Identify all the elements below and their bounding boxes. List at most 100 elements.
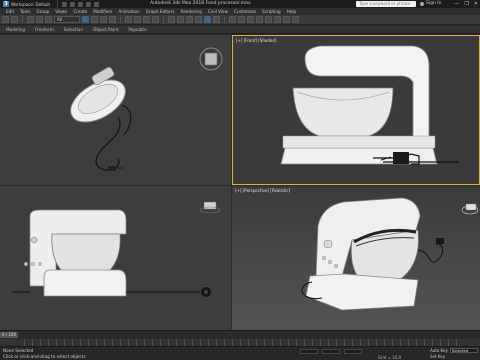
prompt-line: Click or click-and-drag to select object… [3,354,86,359]
menu-bar: Edit Tools Group Views Create Modifiers … [0,8,480,15]
select-object-icon[interactable] [82,16,89,23]
snaps-toggle-icon[interactable] [168,16,175,23]
link-icon[interactable] [27,16,34,23]
redo-icon[interactable] [94,1,99,7]
viewport-left[interactable] [0,186,231,330]
workspace-label: Workspace: Default [11,1,51,7]
viewcube-icon [461,203,479,215]
menu-edit[interactable]: Edit [6,9,14,14]
menu-views[interactable]: Views [55,9,67,14]
menu-create[interactable]: Create [73,9,87,14]
time-slider[interactable]: 0 / 100 [0,330,480,339]
menu-modifiers[interactable]: Modifiers [93,9,112,14]
menu-group[interactable]: Group [36,9,49,14]
auto-key-controls: Auto Key Selected [430,348,478,353]
menu-civil-view[interactable]: Civil View [208,9,228,14]
menu-rendering[interactable]: Rendering [180,9,201,14]
render-production-icon[interactable] [292,16,299,23]
percent-snap-icon[interactable] [186,16,193,23]
placement-icon[interactable] [152,16,159,23]
sign-in-button[interactable]: Sign In [420,1,441,6]
minimize-button[interactable]: — [454,1,459,7]
transform-type-in [300,349,362,354]
tab-modeling[interactable]: Modeling [6,27,25,32]
new-file-icon[interactable] [62,1,67,7]
mirror-icon[interactable] [204,16,211,23]
rendered-frame-window-icon[interactable] [283,16,290,23]
undo-icon[interactable] [86,1,91,7]
workspace-selector[interactable]: 3 Workspace: Default [0,0,58,8]
quick-access-toolbar [58,1,99,7]
rotate-icon[interactable] [134,16,141,23]
left-view-render [12,201,221,297]
z-coordinate-field[interactable] [344,349,362,354]
set-key-button[interactable]: Set Key [430,354,445,359]
align-icon[interactable] [213,16,220,23]
unlink-icon[interactable] [36,16,43,23]
user-icon [420,1,424,6]
rectangular-selection-icon[interactable] [100,16,107,23]
ribbon-tabs: Modeling Freeform Selection Object Paint… [0,26,480,34]
frame-ticks [24,339,460,346]
viewport-top-left[interactable] [0,35,231,185]
mixer-left-view [12,209,211,297]
close-button[interactable]: ✕ [474,1,478,7]
toolbar-separator [22,16,23,23]
mixer-top-view [70,66,132,171]
mixer-front-view [280,45,459,165]
status-bar: None Selected Click or click-and-drag to… [0,346,480,360]
menu-graph-editors[interactable]: Graph Editors [146,9,175,14]
viewcube-icon [199,47,223,71]
spinner-snap-icon[interactable] [195,16,202,23]
title-bar: 3 Workspace: Default Autodesk 3ds Max 20… [0,0,480,8]
menu-help[interactable]: Help [287,9,297,14]
tab-populate[interactable]: Populate [128,27,146,32]
time-slider-thumb[interactable]: 0 / 100 [0,332,18,338]
window-controls: — ❐ ✕ [454,1,478,7]
y-coordinate-field[interactable] [322,349,340,354]
viewport-perspective[interactable]: [+] [Perspective] [Realistic] [232,186,480,330]
main-toolbar: All [0,15,480,25]
tab-selection[interactable]: Selection [64,27,83,32]
search-input[interactable]: Type a keyword or phrase [356,1,416,7]
angle-snap-icon[interactable] [177,16,184,23]
app-logo-icon: 3 [3,1,9,7]
x-coordinate-field[interactable] [300,349,318,354]
menu-animation[interactable]: Animation [118,9,139,14]
material-editor-icon[interactable] [265,16,272,23]
save-file-icon[interactable] [78,1,83,7]
mixer-perspective-view [301,197,444,311]
tab-object-paint[interactable]: Object Paint [93,27,118,32]
bind-space-warp-icon[interactable] [45,16,52,23]
top-view-render [70,47,223,171]
maximize-button[interactable]: ❐ [464,1,468,7]
move-icon[interactable] [125,16,132,23]
menu-scripting[interactable]: Scripting [262,9,281,14]
toolbar-separator [120,16,121,23]
menu-customize[interactable]: Customize [234,9,256,14]
layer-explorer-icon[interactable] [238,16,245,23]
scale-icon[interactable] [143,16,150,23]
scene-explorer-icon[interactable] [229,16,236,23]
toolbar-separator [163,16,164,23]
selection-filter-dropdown[interactable]: All [54,16,80,23]
key-filter-dropdown[interactable]: Selected [449,348,478,353]
tab-freeform[interactable]: Freeform [35,27,54,32]
viewcube-icon [199,201,221,214]
schematic-view-icon[interactable] [256,16,263,23]
render-setup-icon[interactable] [274,16,281,23]
curve-editor-icon[interactable] [247,16,254,23]
track-bar[interactable] [0,339,480,346]
toolbar-separator [224,16,225,23]
window-crossing-icon[interactable] [109,16,116,23]
window-title: Autodesk 3ds Max 2018 Fond processor.max [150,1,251,6]
perspective-view-render [301,197,479,311]
select-by-name-icon[interactable] [91,16,98,23]
open-file-icon[interactable] [70,1,75,7]
sign-in-label: Sign In [426,1,442,6]
auto-key-button[interactable]: Auto Key [430,348,448,353]
redo-tool-icon[interactable] [11,16,18,23]
viewport-front[interactable]: [+] [Front] [Shaded] [232,35,480,185]
undo-tool-icon[interactable] [2,16,9,23]
menu-tools[interactable]: Tools [20,9,30,14]
